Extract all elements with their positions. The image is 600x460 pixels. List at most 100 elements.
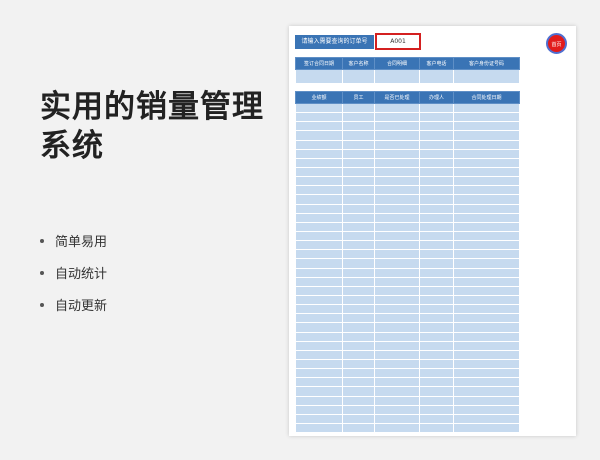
table-cell[interactable]	[419, 203, 454, 214]
table-cell[interactable]	[295, 102, 343, 114]
table-cell[interactable]	[453, 166, 520, 178]
table-cell[interactable]	[419, 230, 454, 242]
table-cell[interactable]	[453, 313, 520, 324]
table-cell[interactable]	[342, 285, 375, 296]
table-cell[interactable]	[342, 358, 375, 370]
table-cell[interactable]	[342, 276, 375, 287]
table-cell[interactable]	[342, 230, 375, 242]
table-cell[interactable]	[342, 148, 375, 159]
table-cell[interactable]	[419, 185, 454, 196]
table-cell[interactable]	[453, 340, 520, 351]
table-cell[interactable]	[453, 130, 520, 141]
table-cell[interactable]	[374, 185, 420, 196]
table-cell[interactable]	[453, 368, 520, 379]
table-cell[interactable]	[453, 121, 520, 132]
table-cell[interactable]	[342, 194, 375, 205]
table-cell[interactable]	[419, 212, 454, 223]
table-cell[interactable]	[419, 176, 454, 187]
table-cell[interactable]	[342, 331, 375, 342]
table-cell[interactable]	[419, 368, 454, 379]
table-cell[interactable]	[374, 358, 420, 370]
table-cell[interactable]	[342, 340, 375, 351]
table-cell[interactable]	[374, 377, 420, 388]
table-cell[interactable]	[295, 139, 343, 150]
table-cell[interactable]	[453, 404, 520, 415]
table-cell[interactable]	[374, 240, 420, 251]
table-cell[interactable]	[295, 267, 343, 278]
table-cell[interactable]	[342, 240, 375, 251]
table-cell[interactable]	[419, 148, 454, 159]
table-cell[interactable]	[374, 69, 420, 84]
table-cell[interactable]	[342, 386, 375, 397]
table-cell[interactable]	[419, 276, 454, 287]
table-cell[interactable]	[374, 157, 420, 168]
table-cell[interactable]	[342, 413, 375, 424]
table-cell[interactable]	[295, 230, 343, 242]
table-cell[interactable]	[295, 121, 343, 132]
table-cell[interactable]	[295, 349, 343, 360]
table-cell[interactable]	[453, 240, 520, 251]
table-cell[interactable]	[342, 267, 375, 278]
table-cell[interactable]	[342, 130, 375, 141]
table-cell[interactable]	[453, 69, 520, 84]
table-cell[interactable]	[419, 267, 454, 278]
table-cell[interactable]	[453, 276, 520, 287]
table-cell[interactable]	[374, 285, 420, 296]
table-cell[interactable]	[453, 422, 520, 434]
table-cell[interactable]	[453, 221, 520, 232]
table-cell[interactable]	[419, 102, 454, 114]
table-cell[interactable]	[342, 349, 375, 360]
table-cell[interactable]	[374, 340, 420, 351]
table-cell[interactable]	[419, 139, 454, 150]
table-cell[interactable]	[295, 413, 343, 424]
table-cell[interactable]	[295, 212, 343, 223]
table-cell[interactable]	[419, 422, 454, 434]
table-cell[interactable]	[342, 112, 375, 123]
table-cell[interactable]	[374, 130, 420, 141]
table-cell[interactable]	[453, 157, 520, 168]
table-cell[interactable]	[453, 249, 520, 260]
table-cell[interactable]	[453, 258, 520, 269]
table-cell[interactable]	[374, 404, 420, 415]
table-cell[interactable]	[419, 349, 454, 360]
table-cell[interactable]	[342, 176, 375, 187]
table-cell[interactable]	[453, 322, 520, 333]
table-cell[interactable]	[453, 148, 520, 159]
table-cell[interactable]	[342, 304, 375, 315]
table-cell[interactable]	[374, 304, 420, 315]
table-cell[interactable]	[453, 294, 520, 306]
table-cell[interactable]	[295, 386, 343, 397]
table-cell[interactable]	[453, 386, 520, 397]
table-cell[interactable]	[453, 176, 520, 187]
table-cell[interactable]	[419, 194, 454, 205]
table-cell[interactable]	[453, 377, 520, 388]
table-cell[interactable]	[453, 230, 520, 242]
table-cell[interactable]	[374, 322, 420, 333]
table-cell[interactable]	[295, 194, 343, 205]
table-cell[interactable]	[295, 148, 343, 159]
table-cell[interactable]	[453, 304, 520, 315]
table-cell[interactable]	[374, 148, 420, 159]
table-cell[interactable]	[295, 203, 343, 214]
table-cell[interactable]	[295, 358, 343, 370]
table-cell[interactable]	[374, 313, 420, 324]
table-cell[interactable]	[295, 313, 343, 324]
table-cell[interactable]	[453, 139, 520, 150]
table-cell[interactable]	[419, 130, 454, 141]
table-cell[interactable]	[342, 69, 375, 84]
table-cell[interactable]	[295, 340, 343, 351]
table-cell[interactable]	[374, 276, 420, 287]
table-cell[interactable]	[295, 322, 343, 333]
table-cell[interactable]	[342, 102, 375, 114]
table-cell[interactable]	[374, 331, 420, 342]
table-cell[interactable]	[295, 166, 343, 178]
table-cell[interactable]	[453, 358, 520, 370]
table-cell[interactable]	[295, 258, 343, 269]
table-cell[interactable]	[453, 285, 520, 296]
table-cell[interactable]	[342, 157, 375, 168]
table-cell[interactable]	[419, 322, 454, 333]
table-cell[interactable]	[374, 258, 420, 269]
table-cell[interactable]	[419, 166, 454, 178]
table-cell[interactable]	[342, 203, 375, 214]
table-cell[interactable]	[374, 395, 420, 406]
